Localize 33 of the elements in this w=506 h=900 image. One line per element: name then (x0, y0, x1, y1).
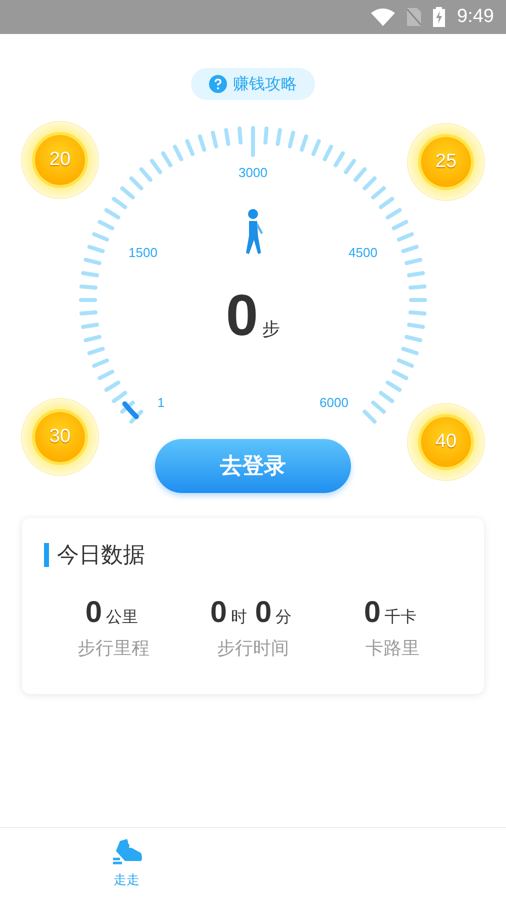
stat-unit: 公里 (106, 607, 138, 628)
stat-unit: 分 (276, 607, 292, 628)
stat-unit: 时 (230, 607, 247, 628)
stat-label: 步行时间 (216, 637, 289, 660)
stat-label: 步行里程 (78, 637, 150, 660)
scale-label: 1 (157, 395, 165, 410)
stat-value: 0 (210, 596, 227, 630)
battery-charging-icon (433, 7, 446, 27)
stat-unit: 千卡 (384, 607, 417, 628)
coin[interactable]: 30 (22, 399, 98, 475)
stat-value: 0 (85, 596, 102, 630)
coin[interactable]: 25 (408, 124, 484, 200)
wifi-icon (371, 8, 396, 26)
title-accent (44, 543, 49, 567)
coin[interactable]: 40 (408, 404, 484, 480)
coin[interactable]: 20 (22, 122, 98, 198)
card-title: 今日数据 (57, 542, 145, 570)
guide-button[interactable]: 赚钱攻略 (191, 68, 315, 100)
stat-label: 卡路里 (365, 637, 420, 660)
nav-tab[interactable]: 走走 (0, 828, 253, 900)
clock: 9:49 (457, 6, 494, 28)
step-unit: 步 (262, 318, 280, 341)
scale-label: 6000 (320, 395, 348, 410)
stat-value: 0 (254, 596, 272, 630)
scale-label: 3000 (238, 165, 268, 180)
help-icon (209, 75, 227, 93)
step-count: 0 (226, 282, 258, 349)
progress-arc (122, 401, 139, 420)
stat-value: 0 (364, 596, 381, 630)
scale-label: 4500 (348, 245, 378, 260)
no-sim-icon (407, 8, 422, 26)
scale-label: 1500 (128, 245, 158, 260)
login-button[interactable]: 去登录 (155, 439, 351, 493)
